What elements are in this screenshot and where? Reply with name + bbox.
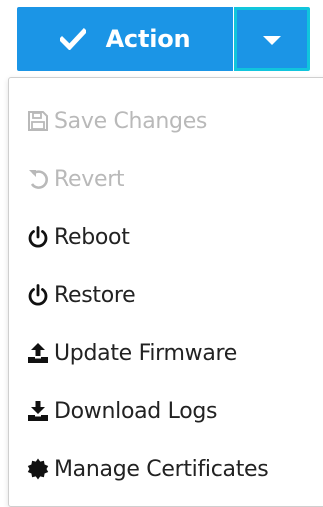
certificate-icon (26, 457, 50, 481)
menu-item-reboot[interactable]: Reboot (26, 217, 130, 257)
menu-item-label: Download Logs (54, 398, 218, 424)
menu-item-manage-certificates[interactable]: Manage Certificates (26, 449, 269, 489)
action-dropdown-menu: Save Changes Revert Reboot Restore Updat… (8, 77, 323, 507)
action-split-button: Action (17, 7, 310, 71)
download-icon (26, 399, 50, 423)
power-icon (26, 283, 50, 307)
menu-item-label: Reboot (54, 224, 130, 250)
menu-item-label: Restore (54, 282, 136, 308)
floppy-disk-icon (26, 109, 50, 133)
menu-item-label: Revert (54, 166, 125, 192)
undo-icon (26, 167, 50, 191)
action-button-label: Action (105, 25, 191, 53)
menu-item-update-firmware[interactable]: Update Firmware (26, 333, 237, 373)
check-icon (59, 28, 86, 50)
menu-item-label: Update Firmware (54, 340, 237, 366)
menu-item-label: Save Changes (54, 108, 208, 134)
caret-down-icon (263, 35, 281, 45)
menu-item-revert[interactable]: Revert (26, 159, 125, 199)
menu-item-restore[interactable]: Restore (26, 275, 136, 315)
menu-item-download-logs[interactable]: Download Logs (26, 391, 218, 431)
action-dropdown-toggle[interactable] (234, 7, 310, 71)
power-icon (26, 225, 50, 249)
menu-item-save-changes[interactable]: Save Changes (26, 101, 207, 141)
upload-icon (26, 341, 50, 365)
menu-item-label: Manage Certificates (54, 456, 269, 482)
action-button[interactable]: Action (17, 7, 233, 71)
